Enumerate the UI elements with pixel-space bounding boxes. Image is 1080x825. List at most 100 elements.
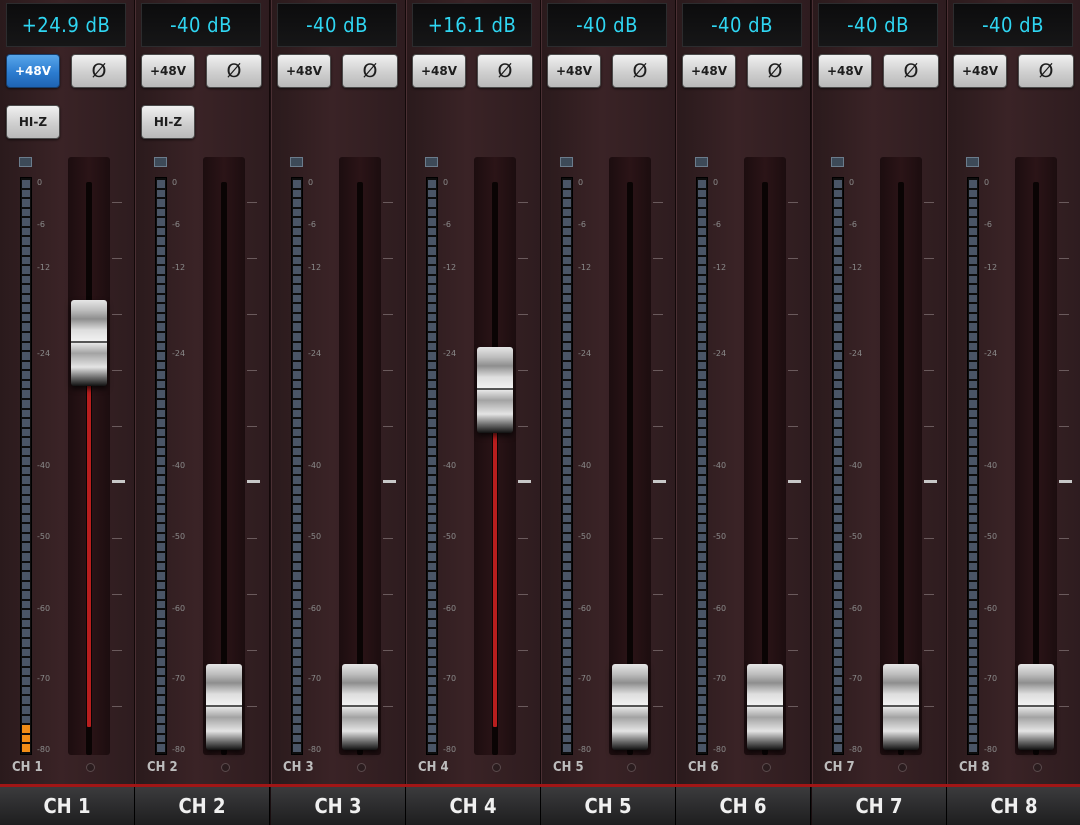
phantom-power-button[interactable]: +48V [953, 54, 1007, 88]
pan-center-icon[interactable] [898, 763, 907, 772]
fader-scale-tick [653, 258, 663, 259]
gain-display[interactable]: +16.1 dB [412, 3, 532, 47]
fader-scale-tick [788, 594, 798, 595]
meter-segment [157, 275, 165, 284]
meter-segment [563, 725, 571, 733]
fader-scale-tick [518, 538, 528, 539]
meter-segment [969, 237, 977, 245]
channel-name-button[interactable]: CH 3 [271, 787, 406, 825]
meter-segment [969, 438, 977, 446]
phantom-power-button[interactable]: +48V [547, 54, 601, 88]
phase-invert-icon[interactable]: Ø [883, 54, 939, 88]
gain-display[interactable]: -40 dB [682, 3, 802, 47]
meter-segment [428, 361, 436, 370]
fader-knob[interactable] [71, 300, 107, 386]
meter-segment [563, 466, 571, 475]
fader-knob[interactable] [206, 664, 242, 750]
channel-strip-3: -40 dB +48V Ø 0 -6 -12 -24 -40 -50 -60 -70 -80 CH 3 [271, 0, 406, 825]
phase-invert-icon[interactable]: Ø [612, 54, 668, 88]
phase-invert-icon[interactable]: Ø [71, 54, 127, 88]
meter-segment [563, 524, 571, 532]
phase-invert-icon[interactable]: Ø [747, 54, 803, 88]
fader-scale-tick [788, 706, 798, 707]
meter-segment [293, 619, 301, 628]
meter-segment [698, 734, 706, 743]
channel-name-button[interactable]: CH 4 [406, 787, 541, 825]
db-scale-label: -70 [849, 674, 863, 683]
phantom-power-button[interactable]: +48V [682, 54, 736, 88]
phase-invert-icon[interactable]: Ø [342, 54, 398, 88]
pan-center-icon[interactable] [86, 763, 95, 772]
gain-display[interactable]: -40 dB [953, 3, 1073, 47]
phase-invert-icon[interactable]: Ø [206, 54, 262, 88]
db-scale-label: 0 [578, 178, 584, 187]
meter-segment [834, 476, 842, 484]
gain-display[interactable]: -40 dB [818, 3, 938, 47]
phantom-power-button[interactable]: +48V [6, 54, 60, 88]
meter-segment [563, 677, 571, 685]
meter-segment [969, 256, 977, 265]
fader-knob[interactable] [883, 664, 919, 750]
meter-segment [698, 237, 706, 245]
meter-segment [834, 744, 842, 752]
meter-segment [428, 285, 436, 293]
pan-center-icon[interactable] [221, 763, 230, 772]
fader-knob[interactable] [342, 664, 378, 750]
fader-knob[interactable] [1018, 664, 1054, 750]
channel-name-button[interactable]: CH 1 [0, 787, 135, 825]
meter-segment [969, 390, 977, 398]
gain-display[interactable]: -40 dB [277, 3, 397, 47]
phantom-power-button[interactable]: +48V [141, 54, 195, 88]
fader-knob[interactable] [477, 347, 513, 433]
meter-segment [698, 725, 706, 733]
pan-center-icon[interactable] [762, 763, 771, 772]
db-scale-label: -50 [578, 532, 592, 541]
channel-name-button[interactable]: CH 8 [947, 787, 1080, 825]
channel-name-button[interactable]: CH 7 [812, 787, 947, 825]
meter-segment [157, 572, 165, 580]
phantom-power-button[interactable]: +48V [818, 54, 872, 88]
meter-segment [563, 399, 571, 408]
meter-segment [698, 524, 706, 532]
channel-name-button[interactable]: CH 2 [135, 787, 270, 825]
meter-segment [22, 734, 30, 743]
pan-center-icon[interactable] [357, 763, 366, 772]
pan-center-icon[interactable] [492, 763, 501, 772]
meter-segment [22, 639, 30, 647]
hi-z-button[interactable]: HI-Z [6, 105, 60, 139]
meter-segment [22, 696, 30, 704]
fader-scale-tick [247, 202, 257, 203]
pan-center-icon[interactable] [1033, 763, 1042, 772]
pan-center-icon[interactable] [627, 763, 636, 772]
gain-display[interactable]: -40 dB [141, 3, 261, 47]
phase-invert-icon[interactable]: Ø [1018, 54, 1074, 88]
meter-segment [22, 218, 30, 226]
meter-segment [293, 285, 301, 293]
meter-segment [698, 677, 706, 685]
meter-segment [293, 715, 301, 724]
meter-segment [563, 562, 571, 571]
fader-scale-tick [924, 706, 934, 707]
phase-invert-icon[interactable]: Ø [477, 54, 533, 88]
gain-display[interactable]: -40 dB [547, 3, 667, 47]
meter-segment [563, 342, 571, 351]
channel-name-button[interactable]: CH 5 [541, 787, 676, 825]
meter-segment [293, 486, 301, 494]
meter-segment [969, 246, 977, 255]
meter-segment [428, 505, 436, 513]
phantom-power-button[interactable]: +48V [277, 54, 331, 88]
gain-display[interactable]: +24.9 dB [6, 3, 126, 47]
channel-name-button[interactable]: CH 6 [676, 787, 811, 825]
meter-segment [698, 304, 706, 312]
meter-segment [293, 533, 301, 542]
meter-segment [22, 543, 30, 551]
hi-z-button[interactable]: HI-Z [141, 105, 195, 139]
phantom-power-button[interactable]: +48V [412, 54, 466, 88]
fader-knob[interactable] [612, 664, 648, 750]
meter-segment [428, 734, 436, 743]
meter-segment [293, 189, 301, 198]
meter-segment [22, 600, 30, 609]
meter-segment [834, 639, 842, 647]
meter-segment [428, 227, 436, 236]
fader-knob[interactable] [747, 664, 783, 750]
